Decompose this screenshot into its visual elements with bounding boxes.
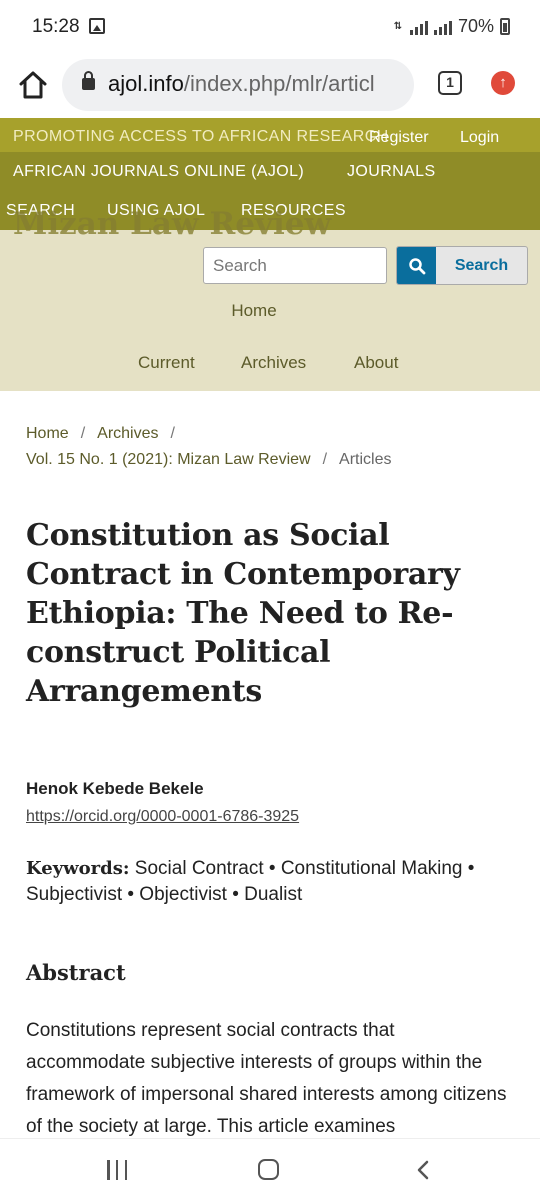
signal-icon <box>433 19 452 35</box>
address-bar[interactable]: ajol.info/index.php/mlr/articl <box>62 59 414 111</box>
nav-archives[interactable]: Archives <box>241 353 306 373</box>
author-name: Henok Kebede Bekele <box>26 779 204 798</box>
url-host: ajol.info <box>108 71 184 96</box>
abstract-text: Constitutions represent social contracts… <box>26 1020 507 1137</box>
browser-toolbar: ajol.info/index.php/mlr/articl 1 ↑ <box>0 56 540 118</box>
orcid-link[interactable]: https://orcid.org/0000-0001-6786-3925 <box>26 808 299 826</box>
breadcrumb-separator: / <box>80 425 86 442</box>
breadcrumb-issue[interactable]: Vol. 15 No. 1 (2021): Mizan Law Review <box>26 451 311 468</box>
journals-link[interactable]: JOURNALS <box>347 163 436 181</box>
keywords: Keywords: Social Contract • Constitution… <box>26 856 516 908</box>
status-icons: ⇅ 70% <box>392 16 510 37</box>
search-button[interactable]: Search <box>396 246 528 285</box>
back-icon[interactable] <box>414 1160 434 1180</box>
search-icon <box>397 247 436 284</box>
search-button-label: Search <box>454 257 509 274</box>
data-arrows-icon: ⇅ <box>393 21 403 32</box>
system-nav-bar <box>0 1138 540 1200</box>
login-link[interactable]: Login <box>460 129 499 147</box>
ajol-promo-text: PROMOTING ACCESS TO AFRICAN RESEARCH <box>13 128 389 145</box>
signal-icon <box>409 19 428 35</box>
lock-icon <box>82 71 95 90</box>
breadcrumb-separator: / <box>322 451 328 468</box>
abstract-heading: Abstract <box>26 960 126 985</box>
nav-home[interactable]: Home <box>0 301 508 321</box>
home-button-icon[interactable] <box>258 1159 279 1180</box>
nav-about[interactable]: About <box>354 353 398 373</box>
breadcrumb-home[interactable]: Home <box>26 425 69 442</box>
nav-current[interactable]: Current <box>138 353 195 373</box>
breadcrumb-archives[interactable]: Archives <box>97 425 158 442</box>
url-text[interactable]: ajol.info/index.php/mlr/articl <box>108 71 375 97</box>
update-icon[interactable]: ↑ <box>491 71 515 95</box>
breadcrumb-current: Articles <box>339 451 392 468</box>
article-title: Constitution as Social Contract in Conte… <box>26 518 460 709</box>
battery-percent: 70% <box>457 16 494 36</box>
status-time: 15:28 <box>32 16 80 37</box>
gallery-icon <box>89 18 105 34</box>
battery-icon <box>500 18 510 35</box>
search-input[interactable] <box>203 247 387 284</box>
url-path: /index.php/mlr/articl <box>183 71 375 96</box>
breadcrumb: Home / Archives / Vol. 15 No. 1 (2021): Miza… <box>26 421 526 473</box>
keywords-label: Keywords: <box>26 858 130 879</box>
register-link[interactable]: Register <box>369 129 429 147</box>
breadcrumb-separator: / <box>170 425 175 442</box>
status-bar: 15:28 ⇅ 70% <box>0 0 540 56</box>
recents-icon[interactable] <box>107 1160 127 1180</box>
home-icon[interactable] <box>16 68 50 102</box>
tabs-button[interactable]: 1 <box>438 71 462 95</box>
journal-header: Search Home Current Archives About <box>0 230 540 391</box>
journal-title[interactable]: Mizan Law Review <box>13 206 331 242</box>
ajol-home-link[interactable]: AFRICAN JOURNALS ONLINE (AJOL) <box>13 163 304 181</box>
